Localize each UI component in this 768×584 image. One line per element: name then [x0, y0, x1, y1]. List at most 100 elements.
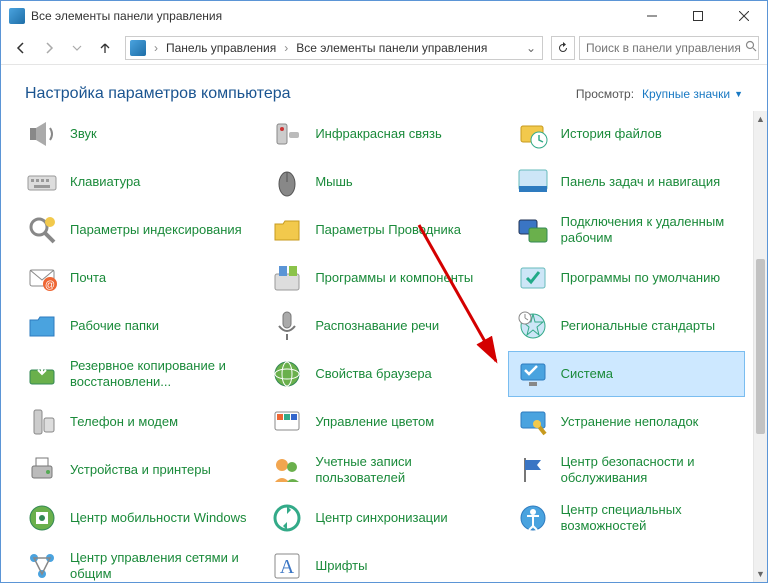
cp-item-label: Панель задач и навигация: [561, 174, 721, 190]
cp-item-defaults[interactable]: Программы по умолчанию: [508, 255, 745, 301]
cp-item-label: Региональные стандарты: [561, 318, 715, 334]
speaker-icon: [24, 116, 60, 152]
cp-item-system[interactable]: Система: [508, 351, 745, 397]
breadcrumb-dropdown[interactable]: ⌄: [526, 41, 538, 55]
cp-item-users[interactable]: Учетные записи пользователей: [262, 447, 499, 493]
cp-item-infrared[interactable]: Инфракрасная связь: [262, 111, 499, 157]
scroll-thumb[interactable]: [756, 259, 765, 435]
cp-item-speech[interactable]: Распознавание речи: [262, 303, 499, 349]
cp-item-label: Мышь: [315, 174, 352, 190]
cp-item-region[interactable]: Региональные стандарты: [508, 303, 745, 349]
scroll-down-button[interactable]: ▼: [754, 566, 767, 582]
cp-item-sync[interactable]: Центр синхронизации: [262, 495, 499, 541]
infrared-icon: [269, 116, 305, 152]
cp-item-devices[interactable]: Устройства и принтеры: [17, 447, 254, 493]
cp-item-troubleshoot[interactable]: Устранение неполадок: [508, 399, 745, 445]
cp-item-filehistory[interactable]: История файлов: [508, 111, 745, 157]
window-title: Все элементы панели управления: [31, 9, 629, 23]
cp-item-taskbar[interactable]: Панель задач и навигация: [508, 159, 745, 205]
refresh-button[interactable]: [551, 36, 575, 60]
page-title: Настройка параметров компьютера: [25, 85, 576, 103]
breadcrumb[interactable]: › Панель управления › Все элементы панел…: [125, 36, 543, 60]
back-button[interactable]: [9, 36, 33, 60]
chevron-right-icon: ›: [150, 41, 162, 55]
taskbar-icon: [515, 164, 551, 200]
monitor-icon: [515, 356, 551, 392]
page-header: Настройка параметров компьютера Просмотр…: [1, 65, 767, 117]
forward-button[interactable]: [37, 36, 61, 60]
network-icon: [24, 548, 60, 582]
cp-item-ease[interactable]: Центр специальных возможностей: [508, 495, 745, 541]
cp-item-mail[interactable]: @Почта: [17, 255, 254, 301]
remote-icon: [515, 212, 551, 248]
mail-icon: @: [24, 260, 60, 296]
keyboard-icon: [24, 164, 60, 200]
search-opts-icon: [24, 212, 60, 248]
cp-item-label: Шрифты: [315, 558, 367, 574]
folder-icon: [269, 212, 305, 248]
svg-text:@: @: [45, 280, 55, 291]
cp-item-indexing[interactable]: Параметры индексирования: [17, 207, 254, 253]
cp-item-label: Управление цветом: [315, 414, 434, 430]
view-by-dropdown[interactable]: Крупные значки ▼: [642, 87, 743, 101]
minimize-button[interactable]: [629, 1, 675, 31]
view-by-label: Просмотр:: [576, 87, 634, 101]
cp-item-security[interactable]: Центр безопасности и обслуживания: [508, 447, 745, 493]
recent-dropdown[interactable]: [65, 36, 89, 60]
vertical-scrollbar[interactable]: ▲ ▼: [753, 111, 767, 582]
cp-item-mouse[interactable]: Мышь: [262, 159, 499, 205]
items-grid: ЗвукИнфракрасная связьИстория файлов Клав…: [17, 111, 745, 582]
ease-icon: [515, 500, 551, 536]
svg-text:A: A: [280, 556, 295, 578]
backup-icon: [24, 356, 60, 392]
breadcrumb-part[interactable]: Все элементы панели управления: [296, 41, 487, 55]
content-area: ЗвукИнфракрасная связьИстория файлов Клав…: [1, 111, 753, 582]
cp-item-label: Центр управления сетями и общим: [70, 550, 247, 581]
cp-item-phone[interactable]: Телефон и модем: [17, 399, 254, 445]
cp-item-label: Учетные записи пользователей: [315, 454, 492, 485]
cp-item-mobility[interactable]: Центр мобильности Windows: [17, 495, 254, 541]
up-button[interactable]: [93, 36, 117, 60]
cp-item-label: Свойства браузера: [315, 366, 431, 382]
search-box[interactable]: [579, 36, 759, 60]
cp-item-label: Устранение неполадок: [561, 414, 699, 430]
mic-icon: [269, 308, 305, 344]
defaults-icon: [515, 260, 551, 296]
navigation-bar: › Панель управления › Все элементы панел…: [1, 31, 767, 65]
scroll-track[interactable]: [754, 127, 767, 566]
chevron-right-icon: ›: [280, 41, 292, 55]
color-icon: [269, 404, 305, 440]
maximize-button[interactable]: [675, 1, 721, 31]
cp-item-label: Телефон и модем: [70, 414, 178, 430]
cp-item-color[interactable]: Управление цветом: [262, 399, 499, 445]
users-icon: [269, 452, 305, 488]
cp-item-label: Программы и компоненты: [315, 270, 473, 286]
cp-item-network[interactable]: Центр управления сетями и общим: [17, 543, 254, 582]
cp-item-label: Резервное копирование и восстановлени...: [70, 358, 247, 389]
control-panel-icon: [9, 8, 25, 24]
cp-item-explorer[interactable]: Параметры Проводника: [262, 207, 499, 253]
search-input[interactable]: [586, 41, 741, 55]
mobility-icon: [24, 500, 60, 536]
cp-item-label: Параметры индексирования: [70, 222, 242, 238]
scroll-up-button[interactable]: ▲: [754, 111, 767, 127]
cp-item-label: Параметры Проводника: [315, 222, 461, 238]
breadcrumb-part[interactable]: Панель управления: [166, 41, 276, 55]
cp-item-backup[interactable]: Резервное копирование и восстановлени...: [17, 351, 254, 397]
cp-item-internet[interactable]: Свойства браузера: [262, 351, 499, 397]
sync-icon: [269, 500, 305, 536]
window-controls: [629, 1, 767, 31]
troubleshoot-icon: [515, 404, 551, 440]
workfolder-icon: [24, 308, 60, 344]
cp-item-workfolders[interactable]: Рабочие папки: [17, 303, 254, 349]
cp-item-remote[interactable]: Подключения к удаленным рабочим: [508, 207, 745, 253]
close-button[interactable]: [721, 1, 767, 31]
globe-icon: [269, 356, 305, 392]
cp-item-programs[interactable]: Программы и компоненты: [262, 255, 499, 301]
cp-item-sound[interactable]: Звук: [17, 111, 254, 157]
cp-item-label: Устройства и принтеры: [70, 462, 211, 478]
cp-item-fonts[interactable]: A Шрифты: [262, 543, 499, 582]
cp-item-label: Рабочие папки: [70, 318, 159, 334]
cp-item-label: Распознавание речи: [315, 318, 439, 334]
cp-item-keyboard[interactable]: Клавиатура: [17, 159, 254, 205]
